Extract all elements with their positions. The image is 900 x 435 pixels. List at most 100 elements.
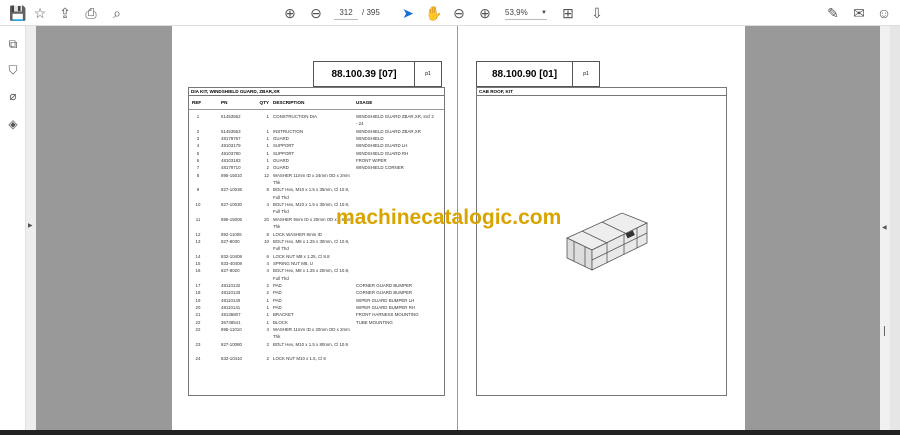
page-label: p1: [583, 71, 589, 77]
cell-qty: 8: [266, 187, 269, 193]
zoom-in-icon[interactable]: ⊕: [476, 4, 494, 22]
cell-description: BOLT Hex, M8 x 1.25 x 20mm, Cl 10.9, Ful…: [273, 268, 350, 281]
cell-usage: WINDSHIELD GUARD ZBAR,XR, Incl 2 - 24: [356, 114, 434, 127]
search-icon[interactable]: ⌕: [108, 4, 126, 22]
cell-pn: 48179710: [221, 165, 241, 171]
cell-pn: 48103183: [221, 158, 241, 164]
table-row: 4 48103179 1 SUPPORT WINDSHIELD GUARD LH: [189, 142, 444, 149]
col-pn: PN: [221, 100, 228, 105]
cell-qty: 2: [266, 356, 269, 362]
zoom-value: 53,9%: [505, 8, 528, 17]
cell-description: LOCK NUT M8 x 1.25, Cl 8.8: [273, 253, 330, 259]
cell-ref: 6: [196, 158, 200, 164]
cell-ref: 23: [195, 341, 201, 347]
mail-icon[interactable]: ✉: [850, 4, 868, 22]
cell-qty: 4: [266, 260, 269, 266]
table-row: 14 832-10408 6 LOCK NUT M8 x 1.25, Cl 8.8: [189, 253, 444, 260]
cell-ref: 11: [195, 216, 201, 222]
cab-roof-kit-crate-illustration: [566, 212, 648, 271]
table-row: 15 833-40408 4 SPRING NUT M8, U: [189, 260, 444, 267]
taskbar: [0, 430, 900, 435]
left-sidebar: ⧉ ⛉ ⌀ ◈: [0, 26, 26, 430]
table-row: 22 36748541 1 BLOCK TUBE MOUNTING: [189, 319, 444, 326]
cell-pn: 827-8030: [221, 238, 240, 244]
select-cursor-icon[interactable]: ➤: [399, 4, 417, 22]
page-up-icon[interactable]: ⊕: [281, 4, 299, 22]
cell-qty: 2: [266, 341, 269, 347]
cell-pn: 895-15006: [221, 216, 242, 222]
table-row: 16 827-8020 4 BOLT Hex, M8 x 1.25 x 20mm, C…: [189, 267, 444, 282]
star-icon[interactable]: ☆: [31, 4, 49, 22]
cell-qty: 1: [266, 158, 269, 164]
table-body: 1 51453562 1 CONSTRUCTION DIA WINDSHIELD GUA…: [189, 110, 444, 363]
section-code: 88.100.39 [07]: [314, 62, 415, 86]
left-panel-toggle[interactable]: ▶: [26, 26, 36, 430]
cell-description: SPRING NUT M8, U: [273, 260, 313, 266]
table-row: 17 48110132 2 PAD CORNER GUARD BUMPER: [189, 282, 444, 289]
cell-ref: 19: [195, 297, 201, 303]
cell-ref: 1: [196, 114, 200, 119]
cell-description: LOCK NUT M10 x 1.5, Cl 8: [273, 356, 326, 362]
scroll-thumb[interactable]: [884, 326, 885, 336]
attachment-icon[interactable]: ⌀: [5, 88, 21, 104]
vertical-scrollbar[interactable]: ◀: [880, 26, 890, 430]
scroll-mode-icon[interactable]: ⇩: [588, 4, 606, 22]
cell-description: GUARD: [273, 165, 289, 171]
cell-usage: WINDSHIELD GUARD RH: [356, 150, 409, 156]
cell-ref: 8: [196, 172, 200, 178]
table-row: 9 827-10036 8 BOLT Hex, M10 x 1.5 x 35mm, C…: [189, 186, 444, 201]
save-icon[interactable]: 💾: [9, 4, 27, 22]
cell-qty: 1: [266, 136, 269, 142]
cell-pn: 48136807: [221, 312, 241, 318]
right-panel: [890, 26, 900, 430]
table-title: DIA KIT, WINDSHIELD GUARD, ZBAR,XR: [189, 88, 444, 96]
hand-icon[interactable]: ✋: [425, 4, 443, 22]
sign-icon[interactable]: ✎: [824, 4, 842, 22]
cell-description: GUARD: [273, 136, 289, 142]
print-icon[interactable]: ⎙: [82, 4, 100, 22]
zoom-out-icon[interactable]: ⊖: [450, 4, 468, 22]
layers-icon[interactable]: ◈: [5, 116, 21, 132]
table-row: 12 892-11006 8 LOCK WASHER 8mm ID: [189, 231, 444, 238]
cell-description: WASHER 11mm ID x 24mm OD x 2mm Thk: [273, 172, 350, 186]
cell-ref: 9: [196, 187, 200, 193]
cell-description: GUARD: [273, 158, 289, 164]
cell-usage: WIPER GUARD BUMPER RH: [356, 304, 416, 310]
table-header: REF PN QTY DESCRIPTION USAGE: [189, 96, 444, 110]
page-number-input[interactable]: 312: [334, 6, 358, 20]
cell-qty: 8: [266, 231, 269, 237]
fit-page-icon[interactable]: ⊞: [559, 4, 577, 22]
cell-description: BRACKET: [273, 312, 294, 318]
upload-icon[interactable]: ⇪: [56, 4, 74, 22]
add-user-icon[interactable]: ☺: [875, 4, 893, 22]
cell-ref: 5: [196, 150, 200, 156]
cell-usage: WINDSHIELD GUARD LH: [356, 143, 408, 149]
page-down-icon[interactable]: ⊖: [307, 4, 325, 22]
cell-ref: 14: [195, 253, 201, 259]
cell-qty: 1: [266, 143, 269, 149]
pages-icon[interactable]: ⧉: [5, 36, 21, 52]
cell-description: BLOCK: [273, 319, 288, 325]
bookmark-icon[interactable]: ⛉: [5, 62, 21, 78]
cell-description: PAD: [273, 297, 282, 303]
chevron-down-icon: ▼: [541, 10, 547, 16]
table-row: 18 48110133 2 PAD CORNER GUARD BUMPER: [189, 289, 444, 296]
cell-pn: 832-10410: [221, 356, 242, 362]
cell-qty: 1: [266, 128, 269, 134]
col-description: DESCRIPTION: [273, 100, 305, 105]
watermark: machinecatalogic.com: [336, 206, 562, 229]
cell-pn: 832-10408: [221, 253, 242, 259]
parts-table: DIA KIT, WINDSHIELD GUARD, ZBAR,XR REF P…: [188, 87, 445, 396]
cell-pn: 833-40408: [221, 260, 242, 266]
zoom-select[interactable]: 53,9% ▼: [505, 6, 547, 20]
cell-qty: 1: [266, 304, 269, 310]
table-row: 23 827-10080 2 BOLT Hex, M10 x 1.5 x 80mm, …: [189, 341, 444, 356]
cell-ref: 17: [195, 282, 201, 288]
cell-ref: 12: [195, 231, 201, 237]
cell-ref: 22: [195, 326, 201, 332]
table-row: 5 48103790 1 SUPPORT WINDSHIELD GUARD RH: [189, 150, 444, 157]
table-row: 22 895-11010 4 WASHER 11mm ID x 20mm OD x 2…: [189, 326, 444, 341]
cell-qty: 4: [266, 326, 269, 332]
table-row: 2 51453563 1 INSTRUCTION WINDSHIELD GUARD ZB…: [189, 128, 444, 135]
cell-ref: 3: [196, 136, 200, 142]
